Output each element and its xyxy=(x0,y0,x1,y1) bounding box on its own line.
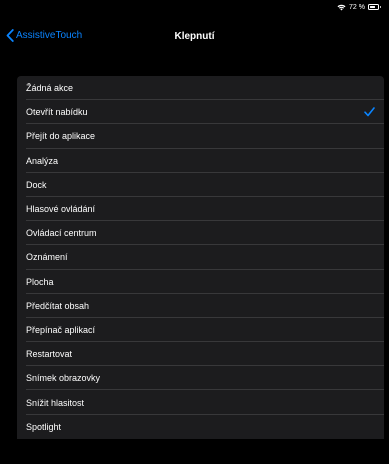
list-item[interactable]: Analýza xyxy=(17,149,384,173)
battery-icon xyxy=(368,4,381,10)
list-item-label: Snížit hlasitost xyxy=(26,397,85,408)
list-item-label: Spotlight xyxy=(26,421,62,432)
list-item[interactable]: Otevřít nabídku xyxy=(17,100,384,125)
screen: 72 % AssistiveTouch Klepnutí Žádná akce O… xyxy=(0,0,389,464)
list-item[interactable]: Oznámení xyxy=(17,245,384,270)
list-item-label: Restartovat xyxy=(26,349,73,360)
battery-percentage: 72 % xyxy=(349,3,365,11)
list-item[interactable]: Snížit hlasitost xyxy=(17,390,384,415)
status-bar: 72 % xyxy=(0,0,389,14)
list-item-label: Ovládací centrum xyxy=(26,228,97,239)
list-item-label: Plocha xyxy=(26,276,54,287)
list-item-label: Předčítat obsah xyxy=(26,300,90,311)
list-item[interactable]: Dock xyxy=(17,173,384,198)
list-item-label: Přepínač aplikací xyxy=(26,324,96,335)
action-list: Žádná akce Otevřít nabídku Přejít do aplik… xyxy=(17,76,384,439)
list-item[interactable]: Předčítat obsah xyxy=(17,294,384,319)
list-item-label: Otevřít nabídku xyxy=(26,107,88,118)
list-item-label: Snímek obrazovky xyxy=(26,373,101,384)
list-item-label: Oznámení xyxy=(26,252,68,263)
list-item[interactable]: Restartovat xyxy=(17,342,384,367)
list-item[interactable]: Přepínač aplikací xyxy=(17,318,384,343)
wifi-icon xyxy=(337,4,346,10)
list-item[interactable]: Plocha xyxy=(17,270,384,294)
list-item-label: Dock xyxy=(26,179,47,190)
list-item[interactable]: Přejít do aplikace xyxy=(17,124,384,149)
list-item-label: Analýza xyxy=(26,155,59,166)
list-item-label: Žádná akce xyxy=(26,83,74,94)
list-item-label: Přejít do aplikace xyxy=(26,131,96,142)
page-title: Klepnutí xyxy=(174,31,215,42)
list-item-label: Hlasové ovládání xyxy=(26,204,96,215)
list-item[interactable]: Ovládací centrum xyxy=(17,221,384,246)
list-item[interactable]: Spotlight xyxy=(17,415,384,439)
checkmark-icon xyxy=(364,107,375,117)
navigation-bar: AssistiveTouch Klepnutí xyxy=(0,26,389,50)
list-item[interactable]: Žádná akce xyxy=(17,76,384,101)
list-item[interactable]: Snímek obrazovky xyxy=(17,366,384,391)
list-item[interactable]: Hlasové ovládání xyxy=(17,197,384,222)
